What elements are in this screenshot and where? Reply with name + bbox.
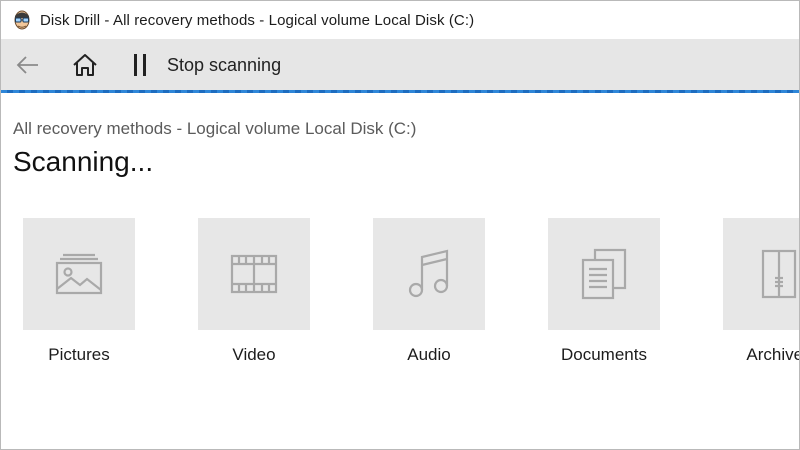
arrow-left-icon [16,56,38,74]
stop-scanning-button[interactable]: Stop scanning [167,39,281,91]
app-window: Disk Drill - All recovery methods - Logi… [0,0,800,450]
category-label-documents[interactable]: Documents [548,345,660,365]
breadcrumb-subtitle: All recovery methods - Logical volume Lo… [13,119,417,138]
category-tile-archives[interactable] [723,218,799,330]
home-button[interactable] [66,39,104,91]
category-tile-audio[interactable] [373,218,485,330]
category-tile-pictures[interactable] [23,218,135,330]
category-label-video[interactable]: Video [198,345,310,365]
back-button[interactable] [11,39,45,91]
home-icon [73,54,97,76]
pause-icon [134,54,146,76]
category-label-pictures[interactable]: Pictures [23,345,135,365]
category-label-archives[interactable]: Archives [723,345,799,365]
scan-progress-bar [1,90,799,93]
disk-drill-logo-icon [14,10,30,30]
category-label-audio[interactable]: Audio [373,345,485,365]
window-title: Disk Drill - All recovery methods - Logi… [40,11,475,29]
archive-icon [761,249,797,299]
title-bar: Disk Drill - All recovery methods - Logi… [1,1,799,39]
toolbar: Stop scanning [1,39,799,91]
documents-icon [581,248,627,300]
film-icon [230,254,278,294]
picture-icon [55,253,103,295]
category-tile-documents[interactable] [548,218,660,330]
pause-button[interactable] [125,39,155,91]
page-title: Scanning... [13,146,154,177]
category-tile-video[interactable] [198,218,310,330]
music-note-icon [408,249,449,298]
